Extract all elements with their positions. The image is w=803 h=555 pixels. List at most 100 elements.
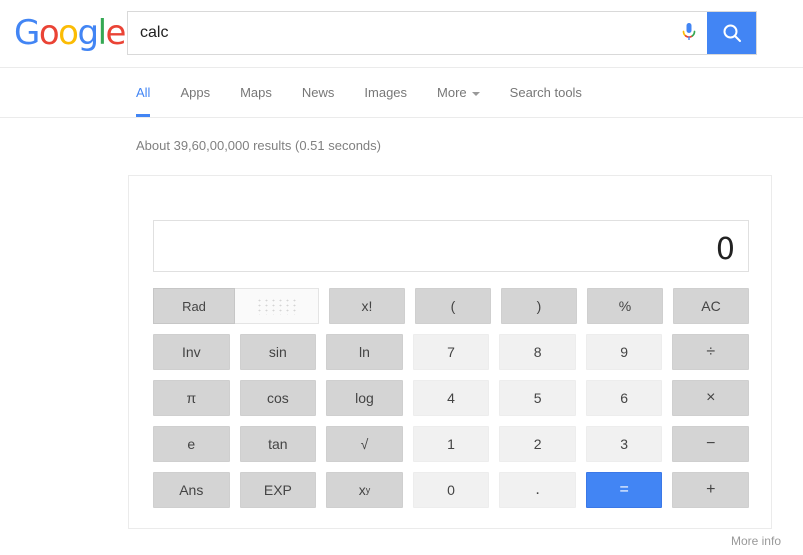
tab-apps[interactable]: Apps xyxy=(180,68,210,117)
key-log-label: log xyxy=(355,390,374,406)
key-multiply[interactable]: × xyxy=(672,380,750,416)
key-sin[interactable]: sin xyxy=(239,334,317,370)
microphone-icon[interactable] xyxy=(671,12,707,54)
key-power-base-label: x xyxy=(358,482,366,498)
key-digit-1-label: 1 xyxy=(447,436,455,452)
deg-mode-button[interactable] xyxy=(235,288,319,324)
key-factorial[interactable]: x! xyxy=(329,288,405,324)
key-multiply-label: × xyxy=(706,389,716,406)
keypad-row-1: Rad x! ( ) % AC xyxy=(153,288,749,324)
key-digit-9-label: 9 xyxy=(620,344,629,360)
calculator-display[interactable]: 0 xyxy=(153,220,749,272)
search-input[interactable] xyxy=(128,12,673,54)
key-open-paren-label: ( xyxy=(450,298,456,314)
key-equals-label: = xyxy=(619,481,629,498)
key-cos[interactable]: cos xyxy=(239,380,317,416)
key-digit-2[interactable]: 2 xyxy=(499,426,576,462)
key-digit-8[interactable]: 8 xyxy=(499,334,576,370)
tab-more[interactable]: More xyxy=(437,68,480,117)
keypad-row-2: Inv sin ln 7 8 9 ÷ xyxy=(153,334,750,370)
key-decimal-point[interactable]: . xyxy=(499,472,576,508)
result-stats: About 39,60,00,000 results (0.51 seconds… xyxy=(136,138,381,153)
key-digit-5[interactable]: 5 xyxy=(499,380,576,416)
key-euler-e[interactable]: e xyxy=(153,426,230,462)
keypad-row-5: Ans EXP xy 0 . = + xyxy=(153,472,750,508)
key-exponent-label: EXP xyxy=(263,482,292,498)
logo-letter-e: e xyxy=(105,13,127,53)
calculator-display-value: 0 xyxy=(715,232,735,267)
key-inverse-label: Inv xyxy=(181,344,201,360)
key-pi[interactable]: π xyxy=(153,380,230,416)
tab-all[interactable]: All xyxy=(136,68,151,117)
more-info-link[interactable]: More info xyxy=(731,534,781,548)
key-digit-4[interactable]: 4 xyxy=(412,380,490,416)
key-all-clear[interactable]: AC xyxy=(673,288,749,324)
tab-search-tools[interactable]: Search tools xyxy=(510,68,582,117)
key-equals[interactable]: = xyxy=(585,472,663,508)
key-power[interactable]: xy xyxy=(326,472,403,508)
key-digit-6-label: 6 xyxy=(620,390,629,406)
key-pi-label: π xyxy=(186,390,197,406)
key-digit-7-label: 7 xyxy=(447,344,455,360)
key-tan-label: tan xyxy=(268,436,288,452)
key-decimal-point-label: . xyxy=(535,481,540,498)
key-sin-label: sin xyxy=(268,344,287,360)
search-button[interactable] xyxy=(707,12,756,54)
calculator-card: 0 Rad x! ( ) % AC Inv sin ln 7 8 9 ÷ π c… xyxy=(128,175,772,529)
key-log[interactable]: log xyxy=(326,380,403,416)
key-divide[interactable]: ÷ xyxy=(672,334,750,370)
key-square-root-label: √ xyxy=(360,436,369,452)
key-minus[interactable]: − xyxy=(672,426,750,462)
key-digit-0-label: 0 xyxy=(447,482,455,498)
page-header: Google xyxy=(0,0,803,68)
logo-letter-o2: o xyxy=(58,13,79,53)
tab-images[interactable]: Images xyxy=(364,68,407,117)
key-digit-1[interactable]: 1 xyxy=(412,426,490,462)
key-cos-label: cos xyxy=(266,390,289,406)
key-ln[interactable]: ln xyxy=(326,334,403,370)
tab-maps-label: Maps xyxy=(240,85,272,100)
key-digit-7[interactable]: 7 xyxy=(412,334,490,370)
tab-news-label: News xyxy=(301,85,335,100)
logo-letter-l: l xyxy=(97,13,107,53)
key-percent[interactable]: % xyxy=(587,288,663,324)
key-digit-9[interactable]: 9 xyxy=(585,334,663,370)
key-inverse[interactable]: Inv xyxy=(153,334,230,370)
key-answer[interactable]: Ans xyxy=(153,472,230,508)
key-digit-0[interactable]: 0 xyxy=(412,472,490,508)
google-logo[interactable]: Google xyxy=(14,13,127,53)
calculator-keypad: Rad x! ( ) % AC Inv sin ln 7 8 9 ÷ π cos… xyxy=(153,288,750,508)
logo-letter-g2: g xyxy=(77,13,99,53)
key-digit-2-label: 2 xyxy=(533,436,542,452)
key-tan[interactable]: tan xyxy=(239,426,317,462)
key-open-paren[interactable]: ( xyxy=(415,288,491,324)
tab-apps-label: Apps xyxy=(180,85,211,100)
tab-more-label: More xyxy=(437,85,467,100)
key-digit-3[interactable]: 3 xyxy=(585,426,663,462)
key-exponent[interactable]: EXP xyxy=(239,472,317,508)
key-plus-label: + xyxy=(706,481,716,498)
tab-news[interactable]: News xyxy=(302,68,335,117)
logo-letter-o1: o xyxy=(38,13,60,53)
tab-maps[interactable]: Maps xyxy=(240,68,272,117)
keypad-row-3: π cos log 4 5 6 × xyxy=(153,380,750,416)
key-digit-6[interactable]: 6 xyxy=(585,380,663,416)
tab-all-label: All xyxy=(136,85,151,100)
key-digit-4-label: 4 xyxy=(447,390,455,406)
rad-mode-button[interactable]: Rad xyxy=(153,288,235,324)
key-plus[interactable]: + xyxy=(672,472,750,508)
keypad-row-4: e tan √ 1 2 3 − xyxy=(153,426,750,462)
key-divide-label: ÷ xyxy=(706,343,716,360)
key-square-root[interactable]: √ xyxy=(326,426,403,462)
chevron-down-icon xyxy=(471,91,480,96)
key-percent-label: % xyxy=(618,298,632,314)
key-minus-label: − xyxy=(706,435,716,452)
key-digit-5-label: 5 xyxy=(533,390,542,406)
angle-mode-toggle: Rad xyxy=(153,288,319,324)
key-close-paren[interactable]: ) xyxy=(501,288,577,324)
search-icon xyxy=(723,24,741,42)
key-digit-3-label: 3 xyxy=(620,436,629,452)
logo-letter-g1: G xyxy=(14,13,40,53)
key-all-clear-label: AC xyxy=(701,298,721,314)
search-nav-bar: All Apps Maps News Images More Search to… xyxy=(0,68,803,118)
